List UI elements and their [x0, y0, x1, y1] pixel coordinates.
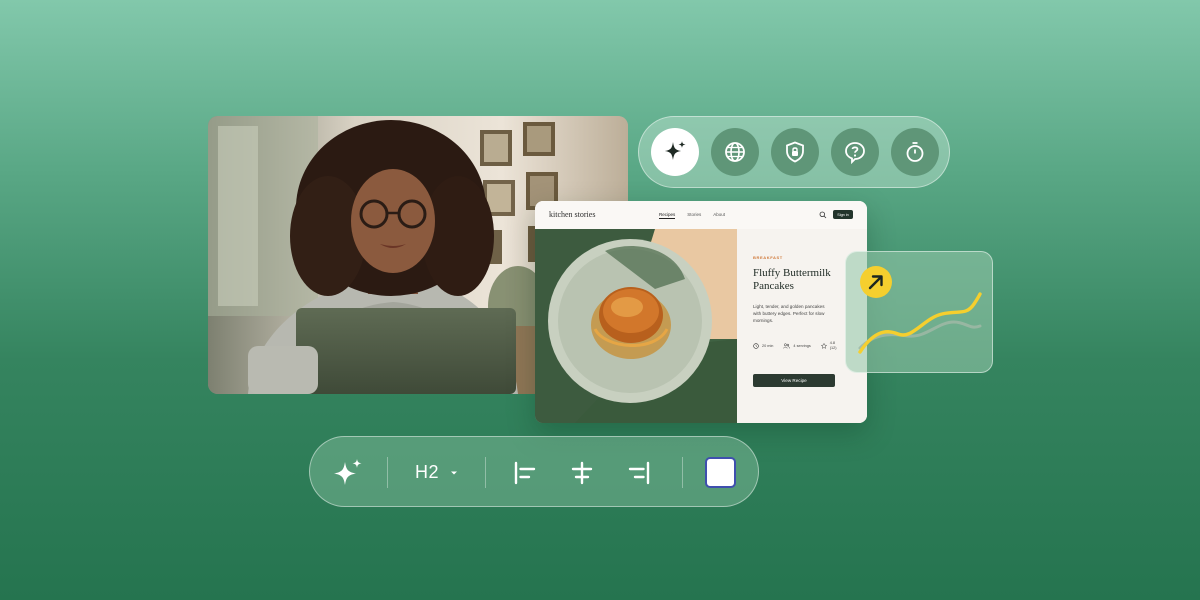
- sign-in-button[interactable]: Sign in: [833, 210, 853, 219]
- recipe-time: 20 min: [753, 343, 773, 349]
- clock-icon: [753, 343, 759, 349]
- recipe-page-preview: kitchen stories Recipes Stories About Si…: [535, 201, 867, 423]
- align-center-button[interactable]: [567, 437, 597, 508]
- recipe-title: Fluffy Buttermilk Pancakes: [753, 267, 831, 292]
- sparkle-icon: [665, 141, 686, 160]
- nav-link-stories[interactable]: Stories: [687, 212, 701, 219]
- recipe-description: Light, tender, and golden pancakes with …: [753, 304, 825, 323]
- toolbar-divider: [485, 457, 486, 488]
- toolbar-divider: [387, 457, 388, 488]
- recipe-rating-count: (12): [829, 346, 837, 350]
- nav-link-about[interactable]: About: [713, 212, 725, 219]
- help-icon: [845, 142, 865, 164]
- recipe-servings: 4 servings: [783, 343, 811, 349]
- ai-assist-button[interactable]: [332, 437, 364, 508]
- nav-links: Recipes Stories About: [659, 212, 725, 219]
- stopwatch-icon: [906, 142, 924, 162]
- nav-link-recipes[interactable]: Recipes: [659, 212, 676, 219]
- shield-lock-icon: [786, 141, 804, 163]
- icon-toolbar: [638, 116, 950, 188]
- recipe-nav-bar: kitchen stories Recipes Stories About Si…: [535, 201, 867, 229]
- search-icon[interactable]: [819, 211, 827, 219]
- align-right-button[interactable]: [624, 437, 654, 508]
- globe-icon: [725, 142, 745, 162]
- pancake-photo: [535, 229, 737, 423]
- trend-widget: [845, 251, 993, 373]
- heading-level-label: H2: [414, 462, 439, 482]
- sparkle-icon: [334, 458, 362, 485]
- recipe-servings-label: 4 servings: [793, 344, 811, 348]
- star-icon: [820, 343, 827, 349]
- stopwatch-button[interactable]: [891, 128, 939, 176]
- editor-toolbar: H2: [309, 436, 759, 507]
- color-swatch: [705, 457, 736, 488]
- recipe-category: BREAKFAST: [753, 255, 783, 260]
- recipe-meta: 20 min 4 servings 4.8 (12): [753, 341, 836, 351]
- shield-lock-button[interactable]: [771, 128, 819, 176]
- toolbar-divider: [682, 457, 683, 488]
- align-left-icon: [514, 461, 536, 484]
- heading-level-select[interactable]: H2: [406, 437, 468, 508]
- view-recipe-button[interactable]: View Recipe: [753, 374, 835, 387]
- trend-illustration: [858, 266, 982, 354]
- sparkle-button[interactable]: [651, 128, 699, 176]
- globe-button[interactable]: [711, 128, 759, 176]
- align-right-icon: [628, 461, 650, 484]
- brand-logo[interactable]: kitchen stories: [549, 210, 595, 219]
- align-left-button[interactable]: [510, 437, 540, 508]
- recipe-rating: 4.8 (12): [820, 341, 837, 351]
- help-button[interactable]: [831, 128, 879, 176]
- chevron-down-icon: [451, 471, 457, 474]
- recipe-time-label: 20 min: [762, 344, 774, 348]
- color-swatch-button[interactable]: [705, 437, 736, 508]
- people-icon: [783, 343, 791, 349]
- align-center-icon: [571, 461, 593, 484]
